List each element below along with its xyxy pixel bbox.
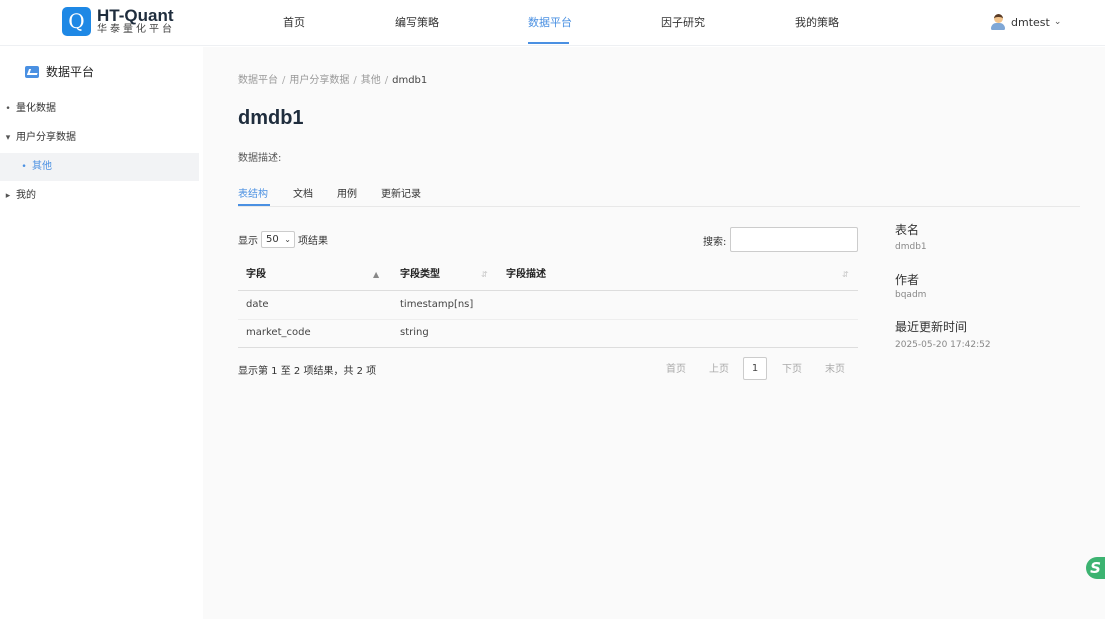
table-cell-field: date (246, 299, 269, 310)
author-value: bqadm (895, 290, 927, 300)
pager-current[interactable]: 1 (743, 357, 767, 380)
sidebar-item-user-shared-data[interactable]: ▾ 用户分享数据 (0, 124, 199, 152)
sort-icon[interactable]: ⇵ (842, 260, 849, 290)
breadcrumb-current: dmdb1 (392, 75, 428, 86)
pager-prev[interactable]: 上页 (709, 360, 729, 375)
updated-label: 最近更新时间 (895, 320, 968, 334)
breadcrumb-separator: / (282, 75, 286, 86)
show-suffix: 项结果 (298, 236, 328, 247)
page-size-control: 显示 50 ⌄ 项结果 (238, 231, 328, 248)
pager-last[interactable]: 末页 (825, 360, 845, 375)
breadcrumb-item[interactable]: 数据平台 (238, 75, 278, 86)
logo-text: HT-Quant 华泰量化平台 (97, 7, 175, 36)
column-header-type[interactable]: 字段类型 (400, 260, 440, 290)
user-menu[interactable]: dmtest ⌄ (991, 14, 1061, 30)
tab-schema[interactable]: 表结构 (238, 185, 268, 200)
nav-write-strategy[interactable]: 编写策略 (395, 0, 439, 46)
author-label: 作者 (895, 273, 920, 287)
search-label: 搜索: (703, 237, 727, 248)
chart-icon (25, 65, 39, 78)
avatar-icon (991, 14, 1005, 30)
breadcrumb-separator: / (384, 75, 389, 86)
nav-active-indicator (528, 42, 569, 44)
table-name-label: 表名 (895, 223, 920, 237)
table-cell-field: market_code (246, 327, 311, 338)
table-cell-type: string (400, 327, 429, 338)
chevron-down-icon: ⌄ (1053, 17, 1062, 27)
bullet-icon: • (21, 162, 27, 172)
sidebar-item-label: 用户分享数据 (16, 132, 76, 143)
sidebar-item-label: 量化数据 (16, 103, 56, 114)
header-divider (238, 290, 858, 291)
chevron-down-icon: ⌄ (284, 235, 291, 244)
page-size-select[interactable]: 50 ⌄ (261, 231, 295, 248)
nav-my-strategy[interactable]: 我的策略 (795, 0, 839, 46)
tab-docs[interactable]: 文档 (293, 185, 313, 200)
breadcrumb-item[interactable]: 其他 (361, 75, 381, 86)
sidebar-item-label: 其他 (32, 161, 52, 172)
sort-icon[interactable]: ▲ (373, 260, 379, 290)
pager-first[interactable]: 首页 (666, 360, 686, 375)
table-cell-type: timestamp[ns] (400, 299, 474, 310)
tab-divider (238, 206, 1080, 207)
page-title: dmdb1 (238, 107, 304, 129)
sidebar-item-other[interactable]: • 其他 (0, 153, 199, 181)
sidebar-item-quant-data[interactable]: • 量化数据 (0, 95, 199, 123)
row-divider (238, 319, 858, 320)
top-nav: Q HT-Quant 华泰量化平台 首页 编写策略 数据平台 因子研究 我的策略… (0, 0, 1105, 46)
column-header-description[interactable]: 字段描述 (506, 260, 546, 290)
pager-next[interactable]: 下页 (782, 360, 802, 375)
show-prefix: 显示 (238, 236, 258, 247)
table-info: 显示第 1 至 2 项结果，共 2 项 (238, 366, 377, 377)
nav-home[interactable]: 首页 (283, 0, 305, 46)
sidebar-item-mine[interactable]: ▸ 我的 (0, 182, 199, 210)
breadcrumb-item[interactable]: 用户分享数据 (289, 75, 349, 86)
sidebar-item-label: 我的 (16, 190, 36, 201)
sidebar-title: 数据平台 (46, 65, 95, 79)
sidebar: 数据平台 • 量化数据 ▾ 用户分享数据 • 其他 ▸ 我的 (0, 47, 203, 619)
logo-icon: Q (62, 7, 91, 36)
updated-value: 2025-05-20 17:42:52 (895, 340, 991, 350)
sort-icon[interactable]: ⇵ (481, 260, 488, 290)
nav-data-platform[interactable]: 数据平台 (528, 0, 572, 46)
column-header-field[interactable]: 字段 (246, 260, 266, 290)
assistant-icon[interactable]: S (1086, 557, 1105, 579)
main-content: 数据平台 / 用户分享数据 / 其他 / dmdb1 dmdb1 数据描述: 表结构 文档 … (203, 47, 1105, 619)
table-name-value: dmdb1 (895, 242, 927, 252)
page-size-value: 50 (266, 234, 279, 245)
search-input[interactable] (730, 227, 858, 252)
caret-right-icon: ▸ (5, 191, 11, 201)
tab-changelog[interactable]: 更新记录 (381, 185, 421, 200)
nav-factor-research[interactable]: 因子研究 (661, 0, 705, 46)
table-bottom-border (238, 347, 858, 348)
user-name: dmtest (1011, 15, 1050, 29)
sidebar-header: 数据平台 (25, 63, 94, 80)
tab-examples[interactable]: 用例 (337, 185, 357, 200)
app-title: HT-Quant (97, 6, 174, 25)
app-logo[interactable]: Q HT-Quant 华泰量化平台 (62, 7, 175, 36)
breadcrumb: 数据平台 / 用户分享数据 / 其他 / dmdb1 (238, 71, 427, 86)
caret-down-icon: ▾ (5, 133, 11, 143)
bullet-icon: • (5, 104, 11, 114)
app-subtitle: 华泰量化平台 (97, 24, 175, 35)
description-label: 数据描述: (238, 153, 282, 164)
breadcrumb-separator: / (353, 75, 357, 86)
